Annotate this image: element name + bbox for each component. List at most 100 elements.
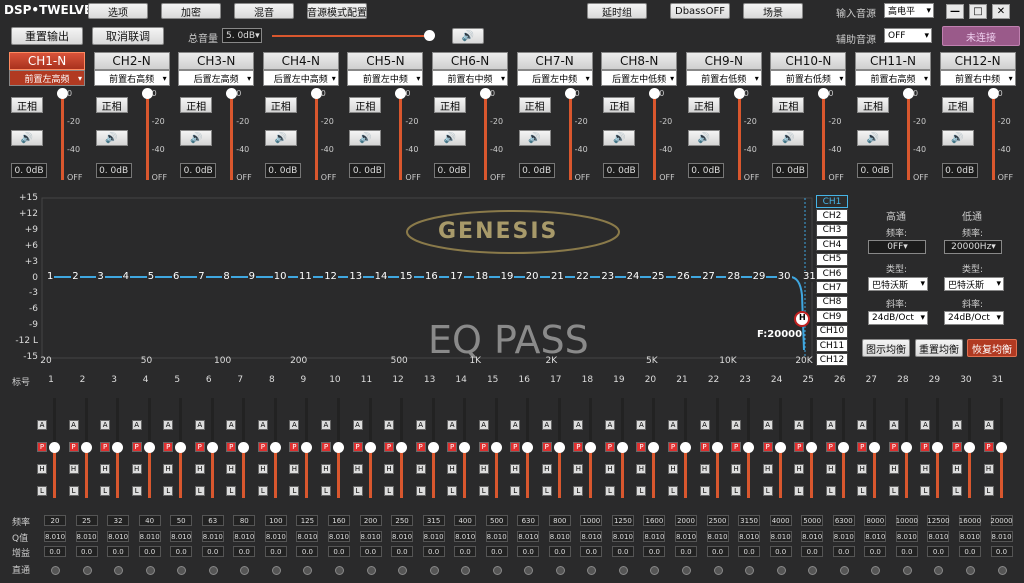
- band-q-value[interactable]: 8.010: [675, 531, 697, 542]
- master-speaker-icon[interactable]: 🔊: [452, 28, 484, 44]
- band-gain-knob[interactable]: [869, 442, 881, 453]
- lp-freq-input[interactable]: 20000Hz: [944, 240, 1002, 254]
- band-filter-l-button[interactable]: L: [352, 486, 363, 496]
- band-freq-value[interactable]: 630: [517, 515, 540, 526]
- eq-point-label[interactable]: 25: [650, 271, 666, 282]
- close-icon[interactable]: ✕: [992, 4, 1010, 19]
- band-filter-p-button[interactable]: P: [131, 442, 142, 452]
- channel-position-select[interactable]: 前置右高频: [855, 70, 931, 86]
- speaker-mute-icon[interactable]: 🔊: [264, 130, 297, 146]
- band-bypass-toggle[interactable]: [650, 566, 660, 575]
- eq-point-label[interactable]: 11: [298, 271, 313, 282]
- phase-button[interactable]: 正相: [603, 97, 636, 113]
- band-filter-l-button[interactable]: L: [447, 486, 458, 496]
- band-filter-h-button[interactable]: H: [699, 464, 710, 474]
- band-gain-value[interactable]: 0.0: [201, 546, 224, 557]
- band-bypass-toggle[interactable]: [965, 566, 975, 575]
- eq-point-label[interactable]: 2: [71, 271, 80, 282]
- band-filter-p-button[interactable]: P: [447, 442, 458, 452]
- channel-gain-value[interactable]: 0. 0dB: [349, 163, 386, 178]
- channel-volume-track[interactable]: [484, 90, 487, 180]
- channel-name-button[interactable]: CH5-N: [347, 52, 424, 70]
- band-bypass-toggle[interactable]: [555, 566, 565, 575]
- eq-point-label[interactable]: 8: [222, 271, 231, 282]
- band-bypass-toggle[interactable]: [902, 566, 912, 575]
- band-gain-knob[interactable]: [364, 442, 376, 453]
- band-gain-value[interactable]: 0.0: [170, 546, 193, 557]
- band-filter-p-button[interactable]: P: [226, 442, 237, 452]
- band-gain-value[interactable]: 0.0: [454, 546, 477, 557]
- eq-point-label[interactable]: 22: [575, 271, 590, 282]
- band-filter-l-button[interactable]: L: [920, 486, 931, 496]
- band-filter-l-button[interactable]: L: [510, 486, 521, 496]
- hp-type-select[interactable]: 巴特沃斯: [868, 277, 928, 291]
- band-filter-a-button[interactable]: A: [762, 420, 773, 430]
- band-gain-knob[interactable]: [680, 442, 691, 453]
- channel-position-select[interactable]: 后置左中低频: [601, 70, 678, 86]
- band-freq-value[interactable]: 500: [485, 515, 508, 526]
- band-filter-h-button[interactable]: H: [762, 464, 773, 474]
- band-filter-a-button[interactable]: A: [983, 420, 994, 430]
- channel-volume-track[interactable]: [399, 90, 403, 180]
- band-gain-value[interactable]: 0.0: [611, 546, 634, 557]
- band-filter-a-button[interactable]: A: [636, 420, 647, 430]
- band-filter-h-button[interactable]: H: [636, 464, 647, 474]
- band-freq-value[interactable]: 3150: [738, 515, 761, 526]
- eq-point-label[interactable]: 1: [46, 271, 55, 282]
- channel-name-button[interactable]: CH8-N: [601, 52, 678, 70]
- band-bypass-toggle[interactable]: [745, 566, 755, 575]
- band-filter-a-button[interactable]: A: [857, 420, 868, 430]
- band-filter-a-button[interactable]: A: [320, 420, 331, 430]
- delay-group-button[interactable]: 延时组: [587, 3, 647, 19]
- eq-point-label[interactable]: 23: [600, 271, 616, 282]
- channel-gain-value[interactable]: 0. 0dB: [518, 163, 555, 178]
- band-freq-value[interactable]: 2500: [706, 515, 729, 526]
- band-filter-l-button[interactable]: L: [194, 486, 205, 496]
- band-bypass-toggle[interactable]: [618, 566, 628, 575]
- eq-point-label[interactable]: 24: [625, 271, 641, 282]
- band-gain-knob[interactable]: [806, 442, 818, 453]
- channel-position-select[interactable]: 后置左中频: [516, 70, 593, 86]
- band-bypass-toggle[interactable]: [934, 566, 944, 575]
- phase-button[interactable]: 正相: [264, 97, 297, 113]
- channel-position-select[interactable]: 前置右中频: [939, 70, 1016, 86]
- channel-name-button[interactable]: CH2-N: [93, 52, 170, 70]
- band-filter-l-button[interactable]: L: [478, 486, 489, 496]
- band-freq-value[interactable]: 100: [264, 515, 287, 526]
- eq-point-label[interactable]: 28: [726, 271, 742, 282]
- band-bypass-toggle[interactable]: [240, 566, 250, 575]
- eq-point-label[interactable]: 9: [247, 271, 256, 282]
- band-filter-p-button[interactable]: P: [510, 442, 521, 452]
- master-volume-knob[interactable]: [423, 30, 435, 41]
- band-gain-knob[interactable]: [206, 442, 218, 453]
- band-filter-h-button[interactable]: H: [289, 464, 300, 474]
- lp-type-select[interactable]: 巴特沃斯: [944, 277, 1004, 291]
- band-gain-value[interactable]: 0.0: [44, 546, 66, 557]
- band-freq-value[interactable]: 315: [422, 515, 445, 526]
- speaker-mute-icon[interactable]: 🔊: [941, 130, 974, 146]
- eq-point-label[interactable]: 13: [348, 271, 364, 282]
- band-freq-value[interactable]: 125: [296, 515, 319, 526]
- band-freq-value[interactable]: 4000: [769, 515, 792, 526]
- channel-position-select[interactable]: 后置左中高频: [262, 70, 339, 86]
- band-filter-p-button[interactable]: P: [37, 442, 47, 452]
- channel-volume-track[interactable]: [61, 90, 64, 180]
- band-filter-l-button[interactable]: L: [951, 486, 962, 496]
- band-filter-p-button[interactable]: P: [100, 442, 111, 452]
- band-freq-value[interactable]: 400: [454, 515, 477, 526]
- connect-status-button[interactable]: 未连接: [942, 26, 1020, 46]
- band-gain-value[interactable]: 0.0: [769, 546, 792, 557]
- band-gain-knob[interactable]: [648, 442, 660, 453]
- channel-volume-track[interactable]: [230, 90, 234, 180]
- band-filter-a-button[interactable]: A: [37, 420, 47, 430]
- band-freq-value[interactable]: 20: [44, 515, 66, 526]
- band-bypass-toggle[interactable]: [303, 566, 313, 575]
- channel-gain-value[interactable]: 0. 0dB: [772, 163, 809, 178]
- graph-eq-button[interactable]: 图示均衡: [862, 339, 910, 357]
- band-q-value[interactable]: 8.010: [580, 531, 603, 542]
- band-filter-l-button[interactable]: L: [100, 486, 111, 496]
- speaker-mute-icon[interactable]: 🔊: [349, 130, 382, 146]
- channel-volume-track[interactable]: [568, 90, 572, 180]
- band-gain-knob[interactable]: [332, 442, 344, 453]
- band-gain-knob[interactable]: [301, 442, 313, 453]
